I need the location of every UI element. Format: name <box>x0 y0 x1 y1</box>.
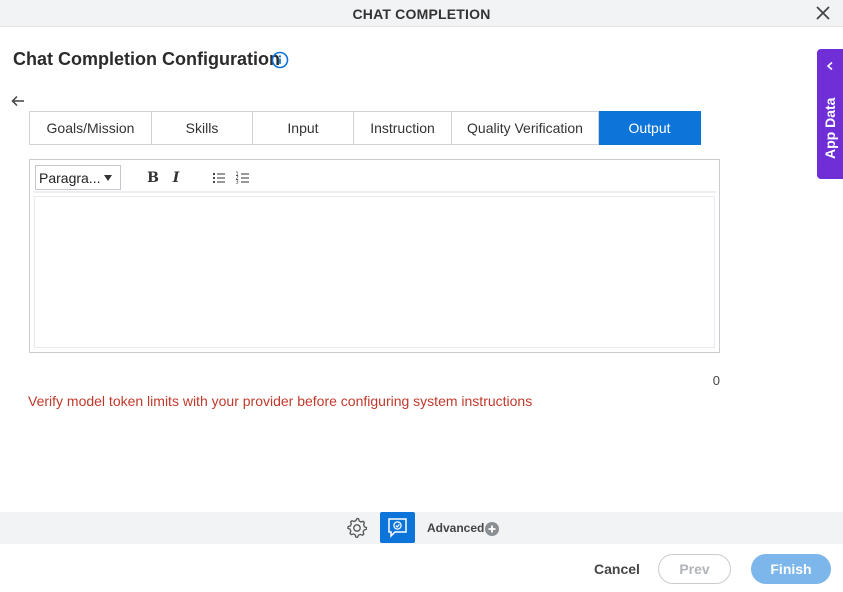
numbered-list-icon[interactable]: 1 2 3 <box>234 169 252 187</box>
back-arrow-icon[interactable] <box>10 93 26 109</box>
advanced-link[interactable]: Advanced <box>427 521 484 535</box>
finish-button[interactable]: Finish <box>751 554 831 584</box>
tab-output[interactable]: Output <box>599 111 701 145</box>
chevron-down-icon <box>104 175 112 181</box>
app-data-label: App Data <box>822 97 838 159</box>
comment-check-icon <box>388 518 407 538</box>
gear-icon[interactable] <box>346 517 368 539</box>
rich-text-editor: Paragra... B I 1 2 3 <box>29 159 720 353</box>
window-title: CHAT COMPLETION <box>352 6 491 22</box>
close-icon[interactable] <box>813 3 833 23</box>
tab-goals-mission[interactable]: Goals/Mission <box>29 111 152 145</box>
info-icon[interactable] <box>271 51 289 69</box>
format-select[interactable]: Paragra... <box>35 165 121 190</box>
bold-button[interactable]: B <box>144 169 162 187</box>
character-counter: 0 <box>712 373 720 388</box>
italic-button[interactable]: I <box>167 169 185 187</box>
tab-input[interactable]: Input <box>253 111 354 145</box>
token-limit-warning: Verify model token limits with your prov… <box>28 393 533 409</box>
bullet-list-icon[interactable] <box>210 169 228 187</box>
comment-button[interactable] <box>380 512 415 543</box>
app-data-panel-toggle[interactable]: App Data <box>817 49 843 179</box>
tab-bar: Goals/Mission Skills Input Instruction Q… <box>29 111 701 145</box>
plus-circle-icon[interactable] <box>485 522 499 536</box>
page-title: Chat Completion Configuration <box>13 49 280 69</box>
tab-instruction[interactable]: Instruction <box>354 111 452 145</box>
chevron-left-icon <box>826 61 833 71</box>
tab-quality-verification[interactable]: Quality Verification <box>452 111 599 145</box>
editor-content-area[interactable] <box>34 196 715 348</box>
editor-toolbar: Paragra... B I 1 2 3 <box>33 163 716 193</box>
tab-skills[interactable]: Skills <box>152 111 253 145</box>
prev-button[interactable]: Prev <box>658 554 731 584</box>
cancel-button[interactable]: Cancel <box>594 561 640 577</box>
title-bar: CHAT COMPLETION <box>0 0 843 27</box>
bottom-toolbar <box>0 512 843 544</box>
svg-text:3: 3 <box>236 180 239 186</box>
format-select-value: Paragra... <box>39 170 101 186</box>
